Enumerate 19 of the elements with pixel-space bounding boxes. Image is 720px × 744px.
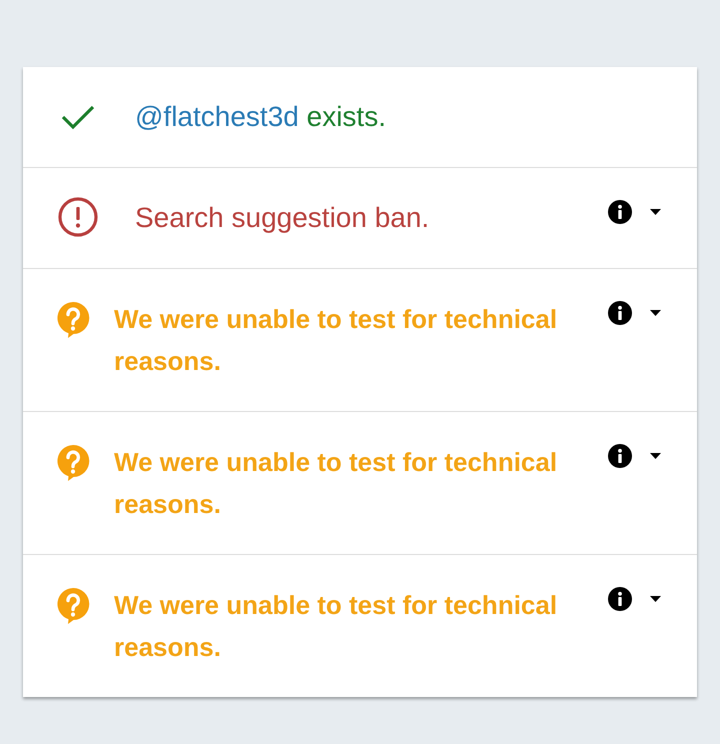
status-message: Search suggestion ban. bbox=[135, 201, 430, 235]
status-message: We were unable to test for technical reasons. bbox=[114, 589, 558, 664]
caret-icon[interactable] bbox=[650, 209, 661, 215]
checkmark-icon bbox=[61, 105, 95, 130]
status-message: We were unable to test for technical reasons. bbox=[114, 446, 558, 521]
status-message: @flatchest3d exists. bbox=[135, 100, 387, 134]
info-icon[interactable] bbox=[608, 587, 632, 611]
info-icon[interactable] bbox=[608, 301, 632, 325]
question-bubble-icon bbox=[56, 588, 90, 624]
username-link[interactable]: @flatchest3d bbox=[135, 101, 299, 132]
caret-icon[interactable] bbox=[650, 310, 661, 316]
question-bubble-icon bbox=[56, 445, 90, 481]
exclamation-circle-icon bbox=[58, 197, 98, 237]
question-bubble-icon bbox=[56, 302, 90, 338]
info-icon[interactable] bbox=[608, 200, 632, 224]
info-icon[interactable] bbox=[608, 444, 632, 468]
status-message: We were unable to test for technical reasons. bbox=[114, 303, 558, 378]
caret-icon[interactable] bbox=[650, 453, 661, 459]
caret-icon[interactable] bbox=[650, 596, 661, 602]
